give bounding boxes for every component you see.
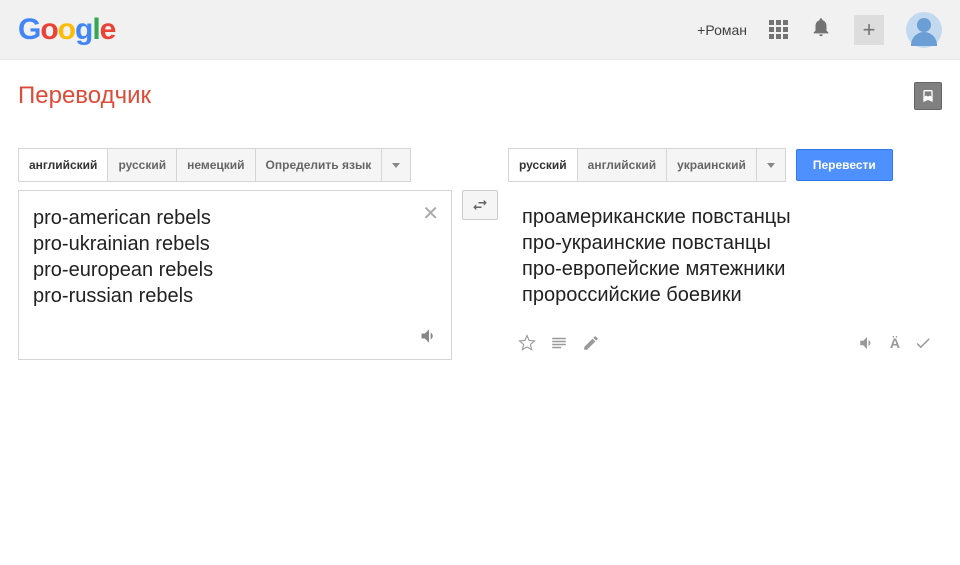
source-text-box[interactable]: pro-american rebels pro-ukrainian rebels… <box>18 190 452 360</box>
source-tab-russian[interactable]: русский <box>108 149 177 181</box>
clear-source-icon[interactable]: ✕ <box>422 201 439 226</box>
select-all-icon[interactable] <box>550 334 568 352</box>
top-right-controls: +Роман + <box>697 12 942 48</box>
source-column: английский русский немецкий Определить я… <box>18 148 452 360</box>
target-tools-left <box>518 334 600 352</box>
target-column: русский английский украинский Перевести … <box>508 148 942 360</box>
title-row: Переводчик <box>0 60 960 118</box>
source-lang-dropdown[interactable] <box>382 149 410 181</box>
source-tab-detect[interactable]: Определить язык <box>256 149 383 181</box>
account-avatar[interactable] <box>906 12 942 48</box>
phrasebook-button[interactable] <box>914 82 942 110</box>
target-lang-dropdown[interactable] <box>757 149 785 181</box>
save-translation-icon[interactable] <box>518 334 536 352</box>
target-tab-russian[interactable]: русский <box>509 149 578 181</box>
target-tabs-row: русский английский украинский Перевести <box>508 148 942 182</box>
notifications-icon[interactable] <box>810 16 832 43</box>
google-logo[interactable]: Google <box>18 13 115 47</box>
translate-button[interactable]: Перевести <box>796 149 893 181</box>
google-plus-name[interactable]: +Роман <box>697 22 747 38</box>
target-text-box: проамериканские повстанцы про-украинские… <box>508 190 942 360</box>
listen-source-icon[interactable] <box>419 326 439 351</box>
apps-grid-icon[interactable] <box>769 20 788 39</box>
listen-target-icon[interactable] <box>858 334 876 352</box>
edit-translation-icon[interactable] <box>582 334 600 352</box>
source-tab-german[interactable]: немецкий <box>177 149 255 181</box>
target-tools-right: Ä <box>858 334 932 352</box>
transliteration-icon[interactable]: Ä <box>890 335 900 351</box>
share-plus-button[interactable]: + <box>854 15 884 45</box>
source-tab-english[interactable]: английский <box>19 149 108 181</box>
page-title: Переводчик <box>18 82 151 110</box>
target-tab-english[interactable]: английский <box>578 149 667 181</box>
target-text: проамериканские повстанцы про-украинские… <box>522 204 928 308</box>
swap-languages-button[interactable] <box>462 190 498 220</box>
swap-column <box>460 148 500 220</box>
top-bar: Google +Роман + <box>0 0 960 60</box>
translate-workspace: английский русский немецкий Определить я… <box>0 118 960 360</box>
source-text[interactable]: pro-american rebels pro-ukrainian rebels… <box>33 205 411 309</box>
target-tab-ukrainian[interactable]: украинский <box>667 149 757 181</box>
source-lang-tabs: английский русский немецкий Определить я… <box>18 148 411 182</box>
confirm-translation-icon[interactable] <box>914 334 932 352</box>
target-lang-tabs: русский английский украинский <box>508 148 786 182</box>
